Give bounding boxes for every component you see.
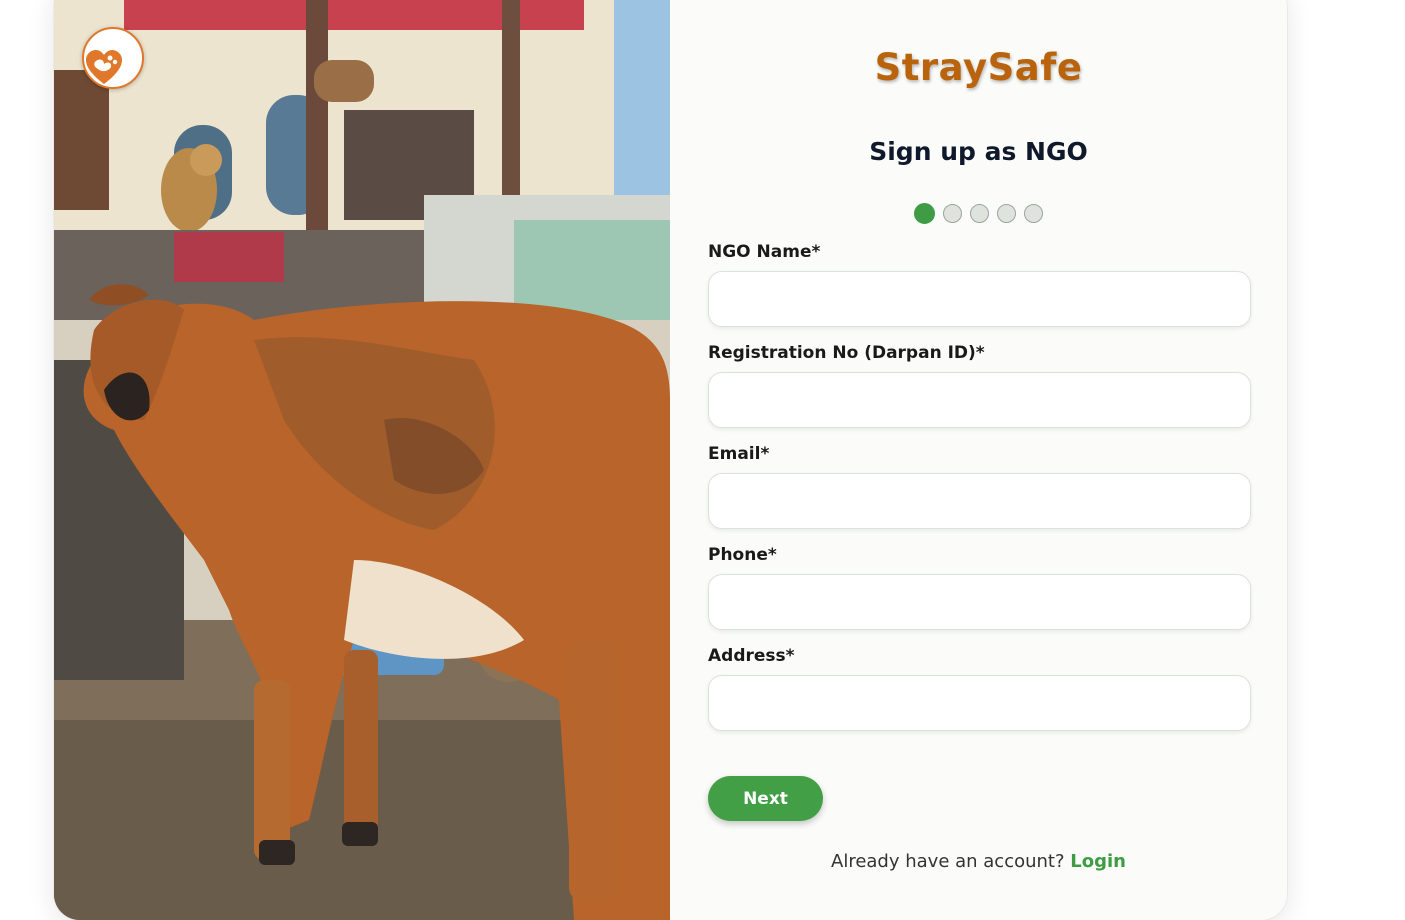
email-input[interactable] [708, 473, 1251, 529]
brand-title: StraySafe [874, 46, 1083, 89]
step-dot-4 [997, 204, 1016, 223]
step-dot-3 [970, 204, 989, 223]
ngo-name-input[interactable] [708, 271, 1251, 327]
signup-card: StraySafe Sign up as NGO NGO Name* Regis… [54, 0, 1287, 920]
email-label: Email* [708, 444, 770, 464]
cow-street-photo [54, 0, 670, 920]
address-input[interactable] [708, 675, 1251, 731]
step-dot-1 [914, 203, 935, 224]
login-prompt: Already have an account? Login [670, 851, 1287, 872]
phone-input[interactable] [708, 574, 1251, 630]
page-title: Sign up as NGO [869, 137, 1088, 166]
address-label: Address* [708, 646, 795, 666]
step-indicator [914, 203, 1043, 224]
signup-form-panel: StraySafe Sign up as NGO NGO Name* Regis… [670, 0, 1287, 895]
heart-paw-logo-icon [82, 27, 144, 89]
login-prompt-text: Already have an account? [831, 851, 1065, 872]
step-dot-5 [1024, 204, 1043, 223]
next-button[interactable]: Next [708, 776, 823, 821]
ngo-name-label: NGO Name* [708, 242, 821, 262]
login-link[interactable]: Login [1070, 851, 1126, 872]
phone-label: Phone* [708, 545, 777, 565]
registration-no-label: Registration No (Darpan ID)* [708, 343, 985, 363]
step-dot-2 [943, 204, 962, 223]
registration-no-input[interactable] [708, 372, 1251, 428]
